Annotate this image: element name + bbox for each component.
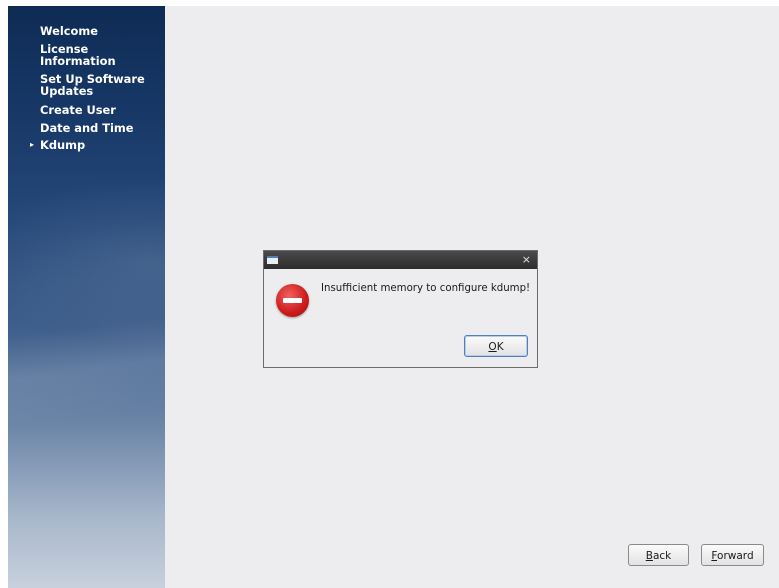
forward-label-rest: orward <box>717 550 754 562</box>
step-license-information: License Information <box>40 42 116 68</box>
error-icon <box>276 284 309 317</box>
forward-button[interactable]: Forward <box>701 544 764 566</box>
step-create-user: Create User <box>40 103 116 117</box>
ok-label-rest: K <box>496 341 504 353</box>
back-label-rest: ack <box>652 550 672 562</box>
error-message: Insufficient memory to configure kdump! <box>321 283 531 294</box>
ok-button[interactable]: OK <box>464 335 528 357</box>
step-software-updates: Set Up Software Updates <box>40 72 145 98</box>
window-icon <box>267 256 278 264</box>
ok-mnemonic: O <box>488 341 497 353</box>
step-kdump: Kdump <box>40 138 86 152</box>
dialog-titlebar[interactable]: × <box>264 251 537 269</box>
steps-sidebar: Welcome License Information Set Up Softw… <box>8 6 165 588</box>
error-dialog: × Insufficient memory to configure kdump… <box>263 250 538 368</box>
close-icon[interactable]: × <box>522 252 531 268</box>
step-date-and-time: Date and Time <box>40 121 134 135</box>
back-mnemonic: B <box>645 550 653 562</box>
step-welcome: Welcome <box>40 24 98 38</box>
back-button[interactable]: Back <box>628 544 689 566</box>
firstboot-window: Welcome License Information Set Up Softw… <box>8 6 779 588</box>
current-step-arrow-icon: ▸ <box>30 140 35 149</box>
